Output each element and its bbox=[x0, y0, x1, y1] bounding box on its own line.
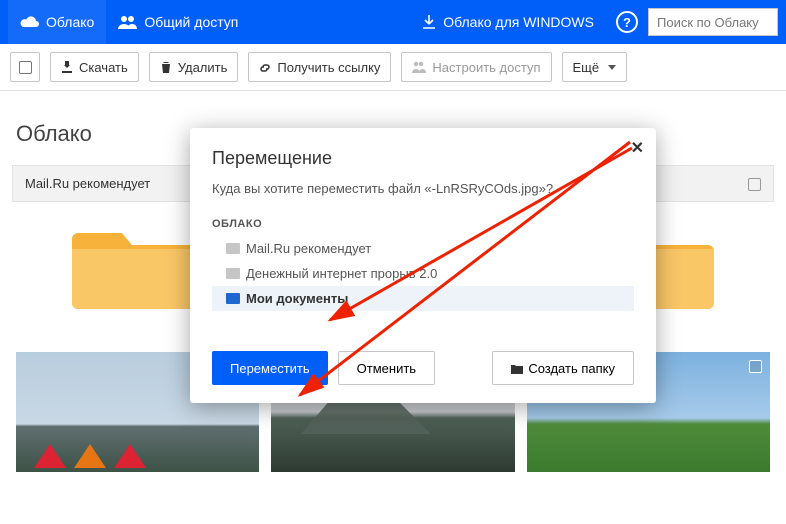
move-modal: ✕ Перемещение Куда вы хотите переместить… bbox=[190, 128, 656, 403]
folder-small-icon bbox=[226, 243, 240, 254]
tree-item-label: Мои документы bbox=[246, 291, 348, 306]
folder-small-icon bbox=[226, 293, 240, 304]
folder-plus-icon bbox=[511, 364, 523, 374]
cancel-button[interactable]: Отменить bbox=[338, 351, 435, 385]
new-folder-label: Создать папку bbox=[528, 361, 615, 376]
tree-heading: ОБЛАКО bbox=[212, 218, 634, 230]
tree-item[interactable]: Mail.Ru рекомендует bbox=[212, 236, 634, 261]
tree-item-label: Mail.Ru рекомендует bbox=[246, 241, 371, 256]
modal-prompt: Куда вы хотите переместить файл «-LnRSRy… bbox=[212, 181, 634, 196]
move-button[interactable]: Переместить bbox=[212, 351, 328, 385]
tree-item[interactable]: Денежный интернет прорыв 2.0 bbox=[212, 261, 634, 286]
modal-overlay: ✕ Перемещение Куда вы хотите переместить… bbox=[0, 0, 786, 524]
folder-small-icon bbox=[226, 268, 240, 279]
modal-title: Перемещение bbox=[212, 148, 634, 169]
close-icon[interactable]: ✕ bbox=[631, 138, 644, 158]
tree-item-label: Денежный интернет прорыв 2.0 bbox=[246, 266, 437, 281]
tree-item-selected[interactable]: Мои документы bbox=[212, 286, 634, 311]
modal-actions: Переместить Отменить Создать папку bbox=[212, 351, 634, 385]
new-folder-button[interactable]: Создать папку bbox=[492, 351, 634, 385]
